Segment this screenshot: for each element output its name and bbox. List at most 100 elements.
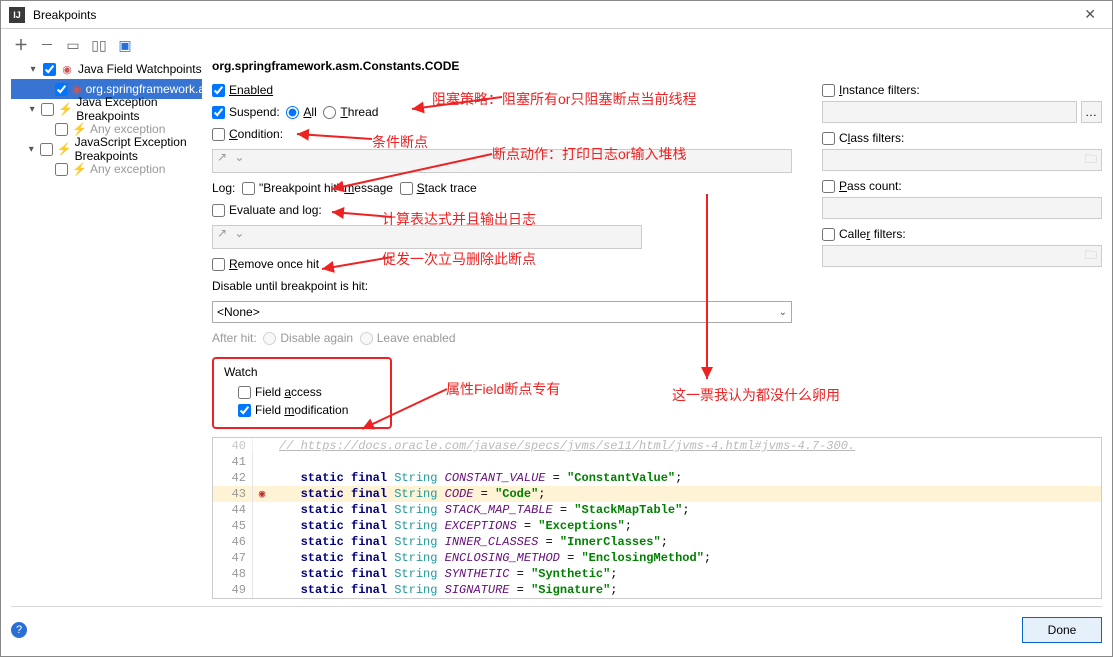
group-by-package-icon[interactable]: ▭	[65, 37, 81, 53]
expand-icon[interactable]: ↗ ⌄	[217, 150, 252, 164]
exception-icon: ⚡	[72, 162, 86, 176]
app-icon: IJ	[9, 7, 25, 23]
condition-input[interactable]: ↗ ⌄	[212, 149, 792, 173]
chevron-down-icon: ▾	[27, 144, 36, 155]
after-hit-leave-label: Leave enabled	[377, 331, 456, 345]
suspend-all-label: All	[303, 105, 316, 119]
pass-count-checkbox[interactable]	[822, 180, 835, 193]
field-modification-checkbox[interactable]	[238, 404, 251, 417]
instance-filters-browse[interactable]: …	[1081, 101, 1102, 123]
log-stack-label: Stack trace	[417, 181, 477, 195]
code-line: 45 static final String EXCEPTIONS = "Exc…	[213, 518, 1101, 534]
caller-filters-checkbox[interactable]	[822, 228, 835, 241]
suspend-thread-label: Thread	[340, 105, 378, 119]
disable-until-label: Disable until breakpoint is hit:	[212, 279, 368, 293]
code-line: 44 static final String STACK_MAP_TABLE =…	[213, 502, 1101, 518]
folder-icon[interactable]: 🗀	[1085, 150, 1097, 171]
eval-log-label: Evaluate and log:	[229, 203, 322, 217]
pass-count-input[interactable]	[822, 197, 1102, 219]
group-by-class-icon[interactable]: ▯▯	[91, 37, 107, 53]
log-hit-label: "Breakpoint hit" message	[259, 181, 393, 195]
pass-count-label: Pass count:	[839, 179, 902, 193]
item-checkbox[interactable]	[55, 123, 68, 136]
tree-group-java-exception[interactable]: ▾ ⚡ Java Exception Breakpoints	[11, 99, 202, 119]
suspend-checkbox[interactable]	[212, 106, 225, 119]
folder-icon[interactable]: 🗀	[1085, 246, 1097, 267]
code-line: 42 static final String CONSTANT_VALUE = …	[213, 470, 1101, 486]
help-icon[interactable]: ?	[11, 622, 27, 638]
exception-icon: ⚡	[72, 122, 86, 136]
watch-box: Watch Field access Field modification	[212, 357, 392, 429]
expand-icon[interactable]: ↗ ⌄	[217, 226, 252, 240]
eval-log-checkbox[interactable]	[212, 204, 225, 217]
code-line: 47 static final String ENCLOSING_METHOD …	[213, 550, 1101, 566]
detail-panel: org.springframework.asm.Constants.CODE E…	[212, 59, 1102, 600]
tree-group-field-watchpoints[interactable]: ▾ ◉ Java Field Watchpoints	[11, 59, 202, 79]
suspend-thread-radio[interactable]	[323, 106, 336, 119]
code-line: 40// https://docs.oracle.com/javase/spec…	[213, 438, 1101, 454]
watchpoint-gutter-icon: ◉	[253, 486, 271, 503]
tree-label: JavaScript Exception Breakpoints	[75, 135, 202, 163]
group-by-file-icon[interactable]: ▣	[117, 37, 133, 53]
tree-label: Any exception	[90, 162, 165, 176]
chevron-down-icon: ⌄	[779, 307, 787, 318]
eval-log-input[interactable]: ↗ ⌄	[212, 225, 642, 249]
enabled-label: Enabled	[229, 83, 273, 97]
log-hit-checkbox[interactable]	[242, 182, 255, 195]
add-button[interactable]: ＋	[13, 37, 29, 53]
after-hit-label: After hit:	[212, 331, 257, 345]
footer: ? Done	[11, 606, 1102, 646]
log-stack-checkbox[interactable]	[400, 182, 413, 195]
detail-title: org.springframework.asm.Constants.CODE	[212, 59, 1102, 83]
after-hit-leave-radio	[360, 332, 373, 345]
remove-button[interactable]: －	[39, 37, 55, 53]
instance-filters-input[interactable]	[822, 101, 1077, 123]
suspend-label: Suspend:	[229, 105, 280, 119]
chevron-down-icon: ▾	[27, 64, 39, 75]
toolbar: ＋ － ▭ ▯▯ ▣	[11, 35, 1102, 59]
class-filters-label: Class filters:	[839, 131, 904, 145]
item-checkbox[interactable]	[55, 83, 68, 96]
field-watchpoint-icon: ◉	[72, 83, 82, 96]
tree-label: Java Field Watchpoints	[78, 62, 202, 76]
code-line: 41	[213, 454, 1101, 470]
close-icon[interactable]: ✕	[1076, 4, 1104, 25]
field-access-checkbox[interactable]	[238, 386, 251, 399]
condition-checkbox[interactable]	[212, 128, 225, 141]
remove-once-checkbox[interactable]	[212, 258, 225, 271]
condition-label: Condition:	[229, 127, 283, 141]
after-hit-disable-label: Disable again	[280, 331, 353, 345]
tree-group-js-exception[interactable]: ▾ ⚡ JavaScript Exception Breakpoints	[11, 139, 202, 159]
breakpoints-dialog: IJ Breakpoints ✕ ＋ － ▭ ▯▯ ▣ ▾ ◉ Java Fie…	[0, 0, 1113, 657]
field-access-label: Field access	[255, 385, 322, 399]
field-modification-label: Field modification	[255, 403, 348, 417]
remove-once-label: Remove once hit	[229, 257, 319, 271]
class-filters-checkbox[interactable]	[822, 132, 835, 145]
watch-title: Watch	[224, 365, 380, 379]
code-line: 46 static final String INNER_CLASSES = "…	[213, 534, 1101, 550]
group-checkbox[interactable]	[43, 63, 56, 76]
code-preview[interactable]: 40// https://docs.oracle.com/javase/spec…	[212, 437, 1102, 599]
code-line: 43◉ static final String CODE = "Code";	[213, 486, 1101, 502]
titlebar: IJ Breakpoints ✕	[1, 1, 1112, 29]
code-line: 48 static final String SYNTHETIC = "Synt…	[213, 566, 1101, 582]
item-checkbox[interactable]	[55, 163, 68, 176]
disable-until-value: <None>	[217, 305, 260, 319]
class-filters-input[interactable]: 🗀	[822, 149, 1102, 171]
breakpoint-tree[interactable]: ▾ ◉ Java Field Watchpoints ◉ org.springf…	[11, 59, 202, 600]
tree-label: Any exception	[90, 122, 165, 136]
instance-filters-checkbox[interactable]	[822, 84, 835, 97]
group-checkbox[interactable]	[41, 103, 54, 116]
disable-until-select[interactable]: <None> ⌄	[212, 301, 792, 323]
field-watchpoint-icon: ◉	[60, 63, 74, 76]
code-line: 49 static final String SIGNATURE = "Sign…	[213, 582, 1101, 598]
tree-label: org.springframework.asm.Constants.CODE	[86, 82, 202, 96]
instance-filters-label: Instance filters:	[839, 83, 920, 97]
enabled-checkbox[interactable]	[212, 84, 225, 97]
caller-filters-input[interactable]: 🗀	[822, 245, 1102, 267]
group-checkbox[interactable]	[40, 143, 53, 156]
after-hit-disable-radio	[263, 332, 276, 345]
done-button[interactable]: Done	[1022, 617, 1102, 643]
suspend-all-radio[interactable]	[286, 106, 299, 119]
tree-label: Java Exception Breakpoints	[76, 95, 202, 123]
